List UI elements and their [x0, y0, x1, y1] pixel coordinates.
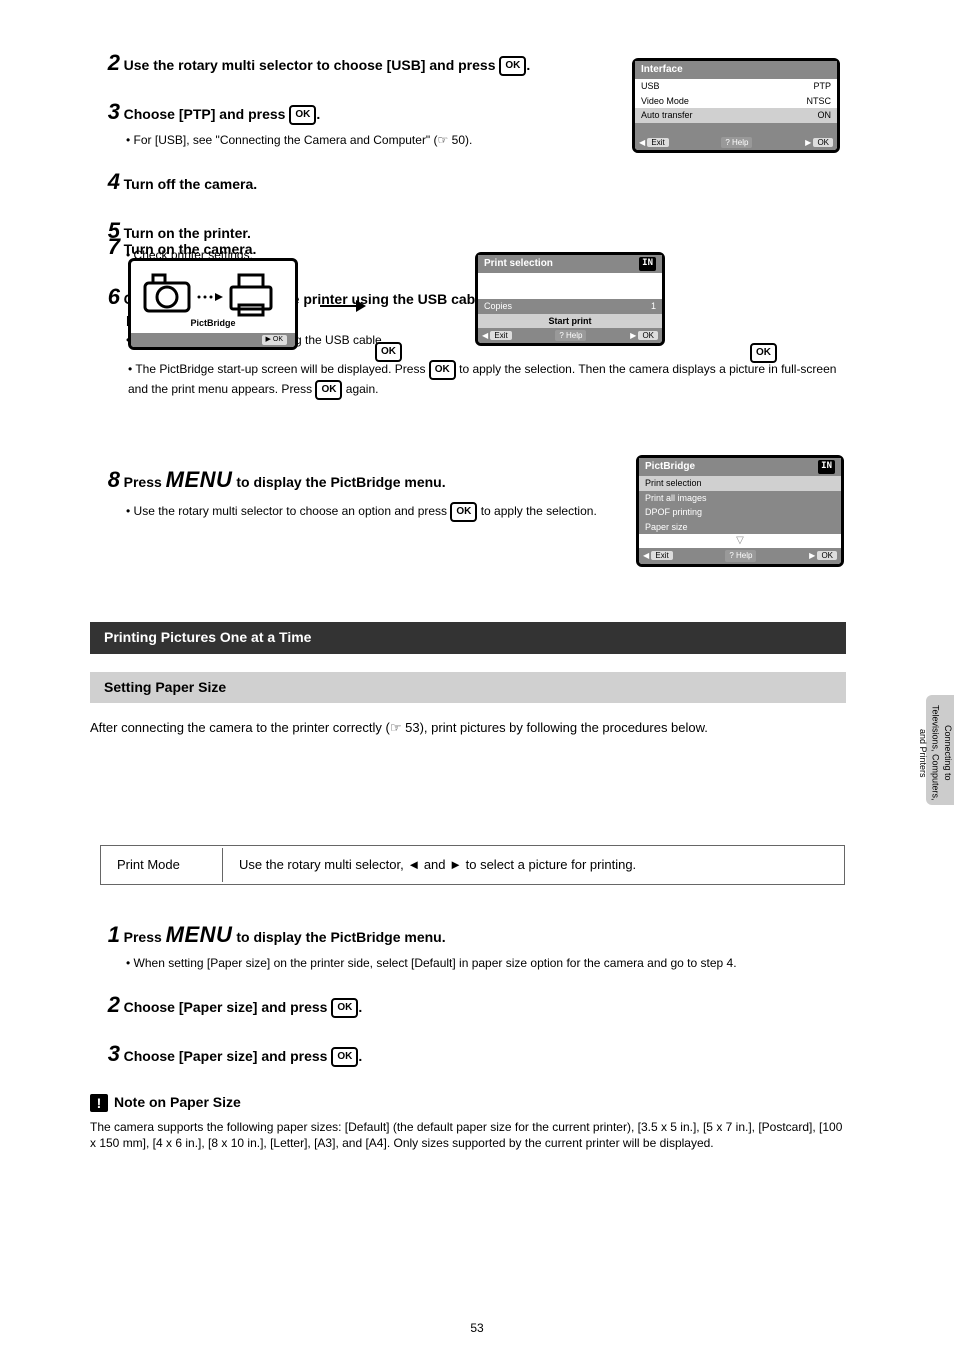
start-print-row: Start print [478, 314, 662, 329]
ok-icon: OK [331, 1047, 358, 1067]
ok-icon: OK [289, 105, 316, 125]
step-8-bullet: • Use the rotary multi selector to choos… [126, 502, 610, 522]
step-number: 3 [90, 97, 120, 128]
bottom-step-3: Choose [Paper size] and press OK. [124, 1048, 363, 1064]
ok-icon: OK [315, 380, 342, 400]
section-heading: Printing Pictures One at a Time [90, 622, 846, 654]
pictbridge-start-screen: PictBridge ▶ OK [128, 258, 298, 350]
menu-button-icon: MENU [166, 467, 233, 492]
print-mode-desc: Use the rotary multi selector, ◄ and ► t… [225, 848, 842, 882]
step-number: 7 [90, 232, 120, 263]
interface-screen: Interface USBPTP Video ModeNTSC Auto tra… [632, 58, 840, 153]
screen-title: PictBridge [645, 460, 695, 474]
arrow-left-icon: ◄ [407, 857, 420, 872]
in-badge: IN [818, 460, 835, 474]
printing-paragraph: After connecting the camera to the print… [90, 719, 846, 737]
screen-footer: ◀ Exit ? Help ▶ OK [635, 135, 837, 150]
step-7-sub: • The PictBridge start-up screen will be… [128, 360, 848, 400]
screen-row-bar [635, 123, 837, 135]
note-heading: Note on Paper Size [114, 1094, 241, 1110]
print-mode-label: Print Mode [103, 848, 223, 882]
in-badge: IN [639, 257, 656, 271]
chapter-side-tab: Connecting to Televisions, Computers, an… [926, 695, 954, 805]
bottom-step-1: Press MENU to display the PictBridge men… [124, 929, 446, 945]
screen-row: Video ModeNTSC [635, 94, 837, 109]
step-7-text: Turn on the camera. [124, 241, 257, 257]
step-2-text: Use the rotary multi selector to choose … [124, 57, 531, 73]
screen-row: Copies1 [478, 299, 662, 314]
printing-banner: Printing Pictures One at a Time Setting … [90, 622, 846, 737]
subsection-heading: Setting Paper Size [90, 672, 846, 704]
pictbridge-caption: PictBridge [131, 317, 295, 330]
bottom-steps: 1 Press MENU to display the PictBridge m… [90, 920, 846, 1070]
step-number: 6 [90, 282, 120, 313]
warning-icon: ! [90, 1094, 108, 1112]
flow-arrow [318, 296, 368, 321]
ok-icon: OK [450, 502, 477, 522]
screen-title: Interface [635, 61, 837, 79]
ok-under-arrow: OK [375, 342, 402, 362]
menu-button-icon: MENU [166, 922, 233, 947]
step-8-text: Press MENU to display the PictBridge men… [124, 474, 446, 490]
screen-row-highlight: Auto transferON [635, 108, 837, 123]
step-number: 3 [90, 1039, 120, 1070]
note-block: ! Note on Paper Size The camera supports … [90, 1093, 846, 1152]
ok-icon: OK [331, 998, 358, 1018]
step-3-text: Choose [PTP] and press OK. [124, 106, 321, 122]
step-number: 2 [90, 990, 120, 1021]
step-number: 8 [90, 465, 120, 496]
menu-row: Print selection [639, 476, 841, 491]
bottom-step-2: Choose [Paper size] and press OK. [124, 999, 363, 1015]
bottom-step-1-sub: • When setting [Paper size] on the print… [126, 955, 846, 972]
step-number: 1 [90, 920, 120, 951]
screen-row: USBPTP [635, 79, 837, 94]
page-number: 53 [470, 1320, 483, 1337]
camera-printer-icon [143, 269, 283, 319]
print-selection-screen: Print selection IN Copies1 Start print ◀… [475, 252, 665, 346]
ok-icon: OK [375, 342, 402, 362]
step-number: 2 [90, 48, 120, 79]
menu-row: DPOF printing [639, 505, 841, 520]
pictbridge-menu-screen: PictBridge IN Print selection Print all … [636, 455, 844, 567]
screen-title: Print selection [484, 257, 553, 271]
note-body: The camera supports the following paper … [90, 1119, 846, 1153]
screen-footer: ◀ Exit ? Help ▶ OK [478, 328, 662, 343]
step-4-text: Turn off the camera. [124, 176, 258, 192]
arrow-right-icon: ► [449, 857, 462, 872]
step-3-note: • For [USB], see "Connecting the Camera … [126, 132, 610, 149]
step-8: 8 Press MENU to display the PictBridge m… [90, 465, 610, 522]
ok-icon: OK [429, 360, 456, 380]
step-number: 4 [90, 167, 120, 198]
ok-aside: OK [750, 343, 777, 363]
screen-footer: ◀ Exit ? Help ▶ OK [639, 548, 841, 563]
print-mode-table: Print Mode Use the rotary multi selector… [100, 845, 845, 885]
menu-row: Paper size [639, 520, 841, 535]
ok-icon: OK [499, 56, 526, 76]
menu-row: Print all images [639, 491, 841, 506]
ok-icon: OK [750, 343, 777, 363]
